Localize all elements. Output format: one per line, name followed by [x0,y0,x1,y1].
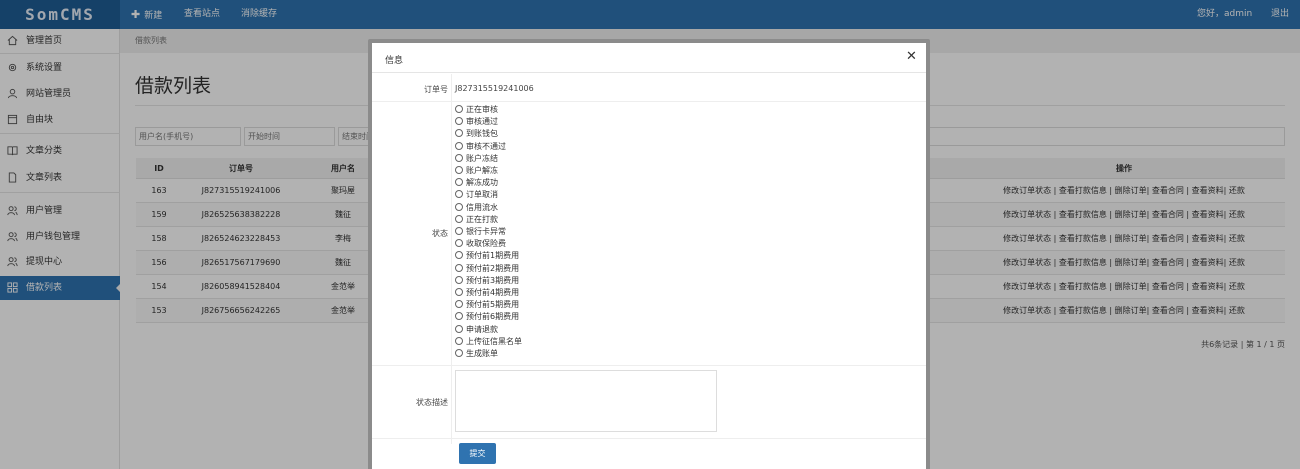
dialog-title: 信息 [385,56,404,66]
radio-icon[interactable] [455,336,463,345]
submit-button[interactable]: 提交 [459,443,496,464]
status-option[interactable]: 账户冻结 [455,153,498,165]
status-option[interactable]: 申请退款 [455,324,498,336]
status-option[interactable]: 预付前2期费用 [455,263,519,275]
radio-icon[interactable] [455,153,463,162]
status-option[interactable]: 解冻成功 [455,177,498,189]
status-option-label: 解冻成功 [466,178,498,188]
description-label: 状态描述 [416,398,448,407]
close-icon[interactable]: ✕ [906,49,917,64]
radio-icon[interactable] [455,324,463,333]
status-option-label: 预付前1期费用 [466,251,520,261]
radio-icon[interactable] [455,178,463,187]
status-label: 状态 [432,229,448,238]
radio-icon[interactable] [455,202,463,211]
status-option-label: 订单取消 [466,190,498,200]
status-option[interactable]: 正在审核 [455,104,498,116]
status-option[interactable]: 预付前1期费用 [455,250,519,262]
status-option-label: 上传征信黑名单 [466,336,522,346]
info-dialog: 信息 ✕ 订单号 J827315519241006 状态 状态描述 提交 正在审… [368,39,930,469]
status-option[interactable]: 审核不通过 [455,141,506,153]
radio-icon[interactable] [455,166,463,174]
status-option[interactable]: 收取保险费 [455,238,506,250]
radio-icon[interactable] [455,190,463,199]
status-option[interactable]: 正在打款 [455,214,498,226]
order-row: 订单号 J827315519241006 [372,74,926,102]
status-option-label: 审核不通过 [466,141,506,151]
status-option[interactable]: 到账钱包 [455,128,498,140]
status-option-label: 预付前5期费用 [466,300,520,310]
status-option-label: 申请退款 [466,324,498,334]
status-option-label: 预付前6期费用 [466,312,520,322]
status-option[interactable]: 上传征信黑名单 [455,336,522,348]
radio-icon[interactable] [455,288,463,296]
radio-icon[interactable] [455,239,463,248]
radio-icon[interactable] [455,312,463,321]
radio-icon[interactable] [455,105,463,113]
radio-icon[interactable] [455,129,463,138]
status-option[interactable]: 预付前5期费用 [455,299,519,311]
status-option[interactable]: 信用流水 [455,202,498,214]
status-option-label: 正在审核 [466,105,498,114]
dialog-header: 信息 ✕ [372,43,926,73]
radio-icon[interactable] [455,349,463,357]
order-value: J827315519241006 [455,84,534,93]
status-option-label: 正在打款 [466,214,498,224]
status-option-label: 预付前3期费用 [466,275,520,285]
radio-icon[interactable] [455,263,463,272]
status-option-label: 预付前2期费用 [466,263,520,273]
status-description-textarea[interactable] [455,370,717,432]
status-option-label: 审核通过 [466,117,498,127]
status-option[interactable]: 银行卡异常 [455,226,506,238]
status-option[interactable]: 预付前3期费用 [455,275,519,287]
status-option-label: 账户解冻 [466,166,498,175]
status-option[interactable]: 生成账单 [455,348,498,360]
status-option[interactable]: 预付前6期费用 [455,311,519,323]
status-option-label: 收取保险费 [466,239,506,249]
radio-icon[interactable] [455,300,463,309]
order-label: 订单号 [424,85,448,94]
status-option-label: 预付前4期费用 [466,288,520,297]
radio-icon[interactable] [455,117,463,126]
status-option-label: 银行卡异常 [466,227,506,236]
status-option-label: 生成账单 [466,349,498,358]
status-option[interactable]: 账户解冻 [455,165,498,177]
status-option[interactable]: 审核通过 [455,116,498,128]
status-option-label: 到账钱包 [466,129,498,139]
status-option[interactable]: 预付前4期费用 [455,287,519,299]
radio-icon[interactable] [455,251,463,260]
radio-icon[interactable] [455,227,463,235]
status-option-label: 信用流水 [466,202,498,212]
status-option[interactable]: 订单取消 [455,189,498,201]
status-option-label: 账户冻结 [466,153,498,163]
radio-icon[interactable] [455,275,463,284]
radio-icon[interactable] [455,214,463,223]
radio-icon[interactable] [455,141,463,150]
